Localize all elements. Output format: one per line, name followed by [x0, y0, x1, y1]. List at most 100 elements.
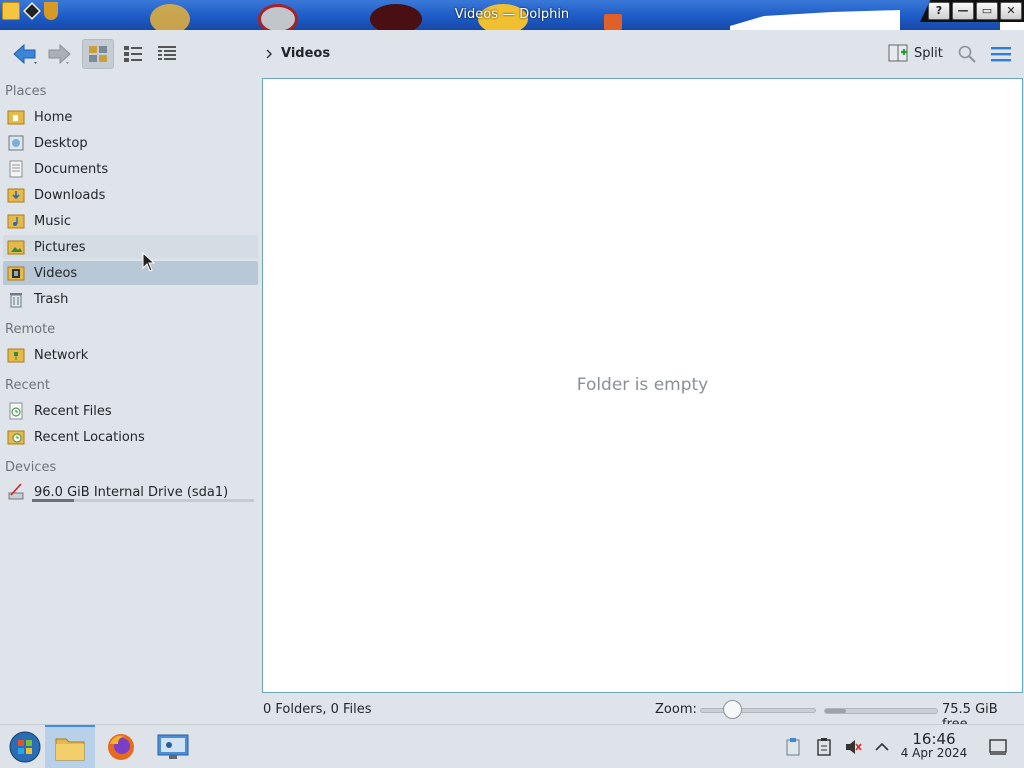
sidebar-item-label: 96.0 GiB Internal Drive (sda1)	[34, 484, 229, 500]
hamburger-menu-button[interactable]	[988, 39, 1014, 69]
chevron-right-icon	[266, 49, 272, 58]
zoom-slider-handle[interactable]	[723, 700, 742, 719]
compact-view-icon	[124, 46, 142, 62]
section-title-remote: Remote	[5, 322, 56, 337]
split-view-icon	[888, 44, 908, 62]
sidebar-item-downloads[interactable]: Downloads	[3, 183, 258, 207]
section-title-devices: Devices	[5, 460, 57, 475]
downloads-folder-icon	[7, 188, 25, 203]
breadcrumb[interactable]: Videos	[265, 46, 330, 61]
clock-date: 4 Apr 2024	[900, 746, 968, 760]
notes-icon	[817, 738, 831, 756]
window-titlebar[interactable]: Videos — Dolphin ? — ▭ ✕	[0, 0, 1024, 30]
volume-muted-icon	[846, 740, 862, 754]
free-space-fill	[825, 709, 847, 713]
tray-notes[interactable]	[814, 737, 834, 757]
breadcrumb-current[interactable]: Videos	[281, 46, 330, 61]
taskbar-settings-button[interactable]	[148, 725, 198, 768]
icons-view-icon	[89, 46, 107, 62]
sidebar-item-documents[interactable]: Documents	[3, 157, 258, 181]
sidebar-item-label: Videos	[34, 265, 78, 281]
free-space-bar	[824, 708, 938, 714]
sidebar-item-home[interactable]: Home	[3, 105, 258, 129]
close-button[interactable]: ✕	[1000, 2, 1022, 20]
sidebar-item-label: Pictures	[34, 239, 86, 255]
start-menu-icon	[9, 731, 41, 763]
sidebar-item-music[interactable]: Music	[3, 209, 258, 233]
desktop-folder-icon	[8, 135, 24, 151]
taskbar-dolphin-button[interactable]	[45, 725, 95, 768]
sidebar-item-label: Home	[34, 109, 73, 125]
clock[interactable]: 16:46 4 Apr 2024	[898, 730, 970, 761]
file-view[interactable]: Folder is empty	[262, 78, 1023, 693]
trash-icon	[10, 293, 22, 308]
sidebar-item-label: Desktop	[34, 135, 88, 151]
network-folder-icon	[7, 348, 25, 363]
sidebar-item-label: Music	[34, 213, 71, 229]
firefox-icon	[108, 734, 134, 760]
sidebar-item-label: Documents	[34, 161, 109, 177]
zoom-label: Zoom:	[655, 702, 697, 717]
sidebar-item-label: Recent Files	[34, 403, 112, 419]
taskbar-firefox-button[interactable]	[96, 725, 146, 768]
section-title-places: Places	[5, 84, 47, 99]
system-settings-icon	[157, 734, 189, 759]
details-view-button[interactable]	[152, 39, 182, 69]
icons-view-button[interactable]	[82, 39, 114, 69]
drive-usage-fill	[32, 499, 75, 502]
tray-volume[interactable]	[843, 737, 863, 757]
sidebar-item-label: Downloads	[34, 187, 106, 203]
chevron-up-icon	[875, 742, 889, 751]
toolbar: Videos Split	[0, 30, 1024, 78]
sidebar-item-videos[interactable]: Videos	[3, 261, 258, 285]
details-view-icon	[158, 46, 176, 60]
clipboard-icon	[786, 738, 800, 756]
home-folder-icon	[7, 110, 25, 125]
tray-expand[interactable]	[872, 737, 892, 757]
sidebar-item-label: Network	[34, 347, 89, 363]
search-button[interactable]	[954, 39, 980, 69]
sidebar-item-recent-files[interactable]: Recent Files	[3, 399, 258, 423]
compact-view-button[interactable]	[118, 39, 148, 69]
places-panel: Places Home Desktop Documents Downloads …	[0, 78, 262, 694]
recent-locations-icon	[7, 430, 25, 445]
videos-folder-icon	[7, 266, 25, 281]
documents-folder-icon	[9, 160, 23, 178]
sidebar-item-network[interactable]: Network	[3, 343, 258, 367]
status-bar: 0 Folders, 0 Files Zoom: 75.5 GiB free	[0, 694, 1024, 732]
start-menu-button[interactable]	[0, 725, 50, 768]
maximize-button[interactable]: ▭	[976, 2, 998, 20]
sidebar-item-trash[interactable]: Trash	[3, 287, 258, 311]
sidebar-item-pictures[interactable]: Pictures	[3, 235, 258, 259]
empty-folder-message: Folder is empty	[576, 375, 709, 395]
folder-summary: 0 Folders, 0 Files	[263, 702, 372, 717]
sidebar-item-desktop[interactable]: Desktop	[3, 131, 258, 155]
arrow-right-icon	[48, 43, 71, 65]
pictures-folder-icon	[7, 240, 25, 255]
recent-files-icon	[9, 402, 23, 420]
sidebar-item-label: Trash	[34, 291, 69, 307]
help-button[interactable]: ?	[928, 2, 950, 20]
show-desktop-button[interactable]	[988, 737, 1008, 757]
arrow-left-icon	[13, 43, 37, 65]
mouse-cursor-icon	[142, 252, 156, 272]
sidebar-item-recent-locations[interactable]: Recent Locations	[3, 425, 258, 449]
music-folder-icon	[7, 214, 25, 229]
split-label: Split	[914, 45, 943, 61]
drive-usage-bar	[32, 499, 254, 502]
clock-time: 16:46	[912, 730, 956, 748]
hamburger-menu-icon	[991, 47, 1011, 62]
show-desktop-icon	[989, 739, 1007, 755]
section-title-recent: Recent	[5, 378, 50, 393]
split-button[interactable]: Split	[888, 43, 943, 63]
sidebar-item-label: Recent Locations	[34, 429, 145, 445]
window-title: Videos — Dolphin	[454, 7, 570, 22]
minimize-button[interactable]: —	[952, 2, 974, 20]
drive-icon	[8, 483, 24, 500]
zoom-slider-track[interactable]	[700, 708, 816, 713]
forward-button[interactable]	[44, 39, 74, 69]
back-button[interactable]	[8, 39, 42, 69]
tray-clipboard[interactable]	[783, 737, 803, 757]
dolphin-icon	[55, 738, 85, 761]
window-buttons: ? — ▭ ✕	[920, 0, 1024, 22]
